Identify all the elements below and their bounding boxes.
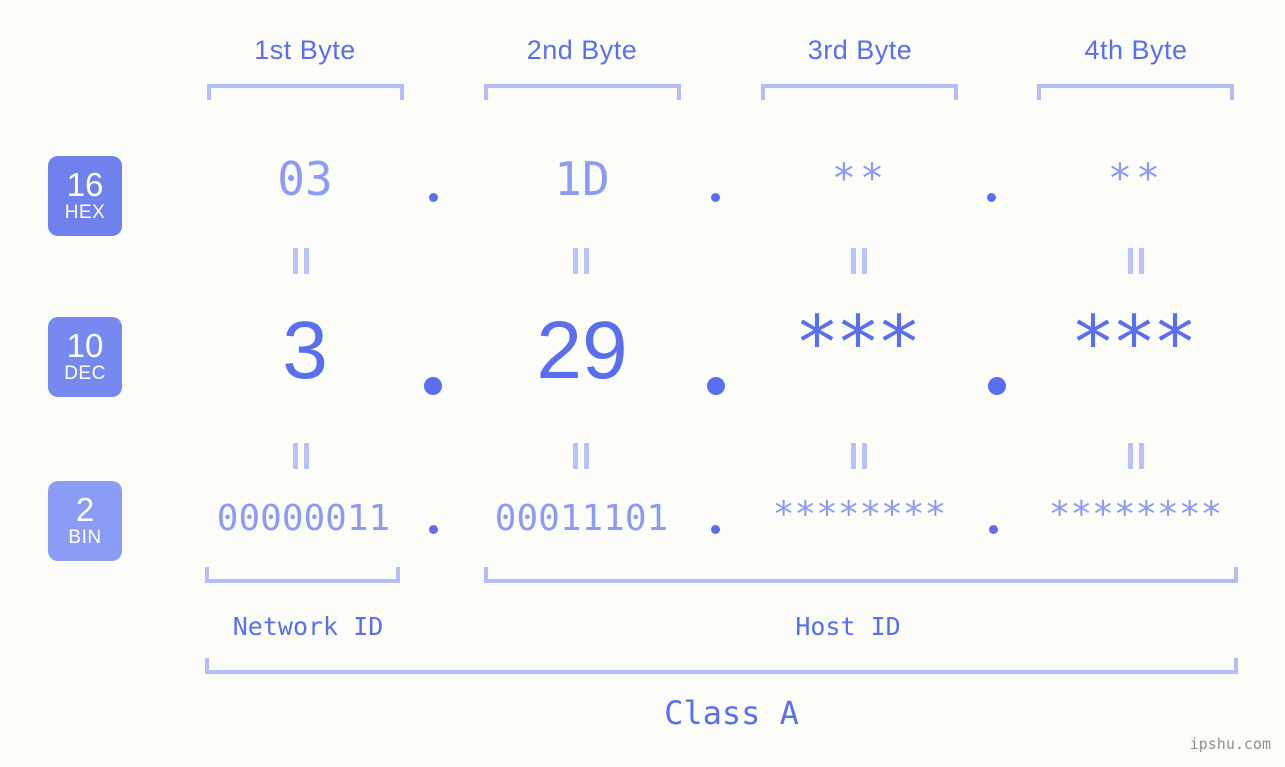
host-id-label: Host ID [795,612,901,641]
bin-byte-4: ******** [1048,494,1223,535]
byte-bracket-2 [484,84,681,100]
dec-separator-3 [988,377,1006,395]
byte-bracket-1 [207,84,404,100]
bin-separator-2 [711,525,720,534]
hex-separator-2 [711,193,720,202]
byte-header-4: 4th Byte [1084,35,1188,65]
dec-separator-1 [424,377,442,395]
base-badge-hex-number: 16 [66,165,104,203]
base-badge-hex: 16 HEX [48,156,122,236]
bin-byte-1: 00000011 [216,498,391,539]
base-badge-bin-number: 2 [75,490,95,528]
hex-separator-3 [987,193,996,202]
byte-header-1: 1st Byte [254,35,356,65]
dec-byte-1: 3 [282,305,328,396]
byte-bracket-4 [1037,84,1234,100]
byte-bracket-3 [761,84,958,100]
equals-mark-dec-bin-2 [572,443,590,469]
dec-byte-4: *** [1074,300,1198,386]
equals-mark-hex-dec-4 [1127,248,1145,274]
bin-byte-3: ******** [772,494,947,535]
host-id-bracket [484,567,1238,583]
site-watermark: ipshu.com [1189,735,1271,753]
class-label: Class A [664,694,799,732]
hex-byte-4: ** [1107,156,1165,202]
bin-byte-2: 00011101 [494,498,669,539]
base-badge-dec: 10 DEC [48,317,122,397]
base-badge-dec-number: 10 [66,326,104,364]
base-badge-bin: 2 BIN [48,481,122,561]
ip-byte-breakdown-diagram: 1st Byte 2nd Byte 3rd Byte 4th Byte 16 H… [0,0,1285,767]
equals-mark-hex-dec-1 [292,248,310,274]
class-bracket [205,658,1238,674]
dec-separator-2 [707,377,725,395]
hex-byte-2: 1D [554,152,610,206]
network-id-label: Network ID [232,612,384,641]
equals-mark-dec-bin-4 [1127,443,1145,469]
byte-header-2: 2nd Byte [526,35,638,65]
network-id-bracket [205,567,400,583]
hex-byte-3: ** [831,156,889,202]
base-badge-dec-name: DEC [64,362,106,384]
bin-separator-1 [429,525,438,534]
equals-mark-hex-dec-3 [850,248,868,274]
equals-mark-hex-dec-2 [572,248,590,274]
hex-separator-1 [429,193,438,202]
hex-byte-1: 03 [277,152,333,206]
base-badge-hex-name: HEX [64,201,106,223]
equals-mark-dec-bin-3 [850,443,868,469]
byte-header-3: 3rd Byte [807,35,913,65]
dec-byte-3: *** [798,300,922,386]
bin-separator-3 [989,525,998,534]
equals-mark-dec-bin-1 [292,443,310,469]
dec-byte-2: 29 [536,305,628,396]
base-badge-bin-name: BIN [68,526,102,548]
